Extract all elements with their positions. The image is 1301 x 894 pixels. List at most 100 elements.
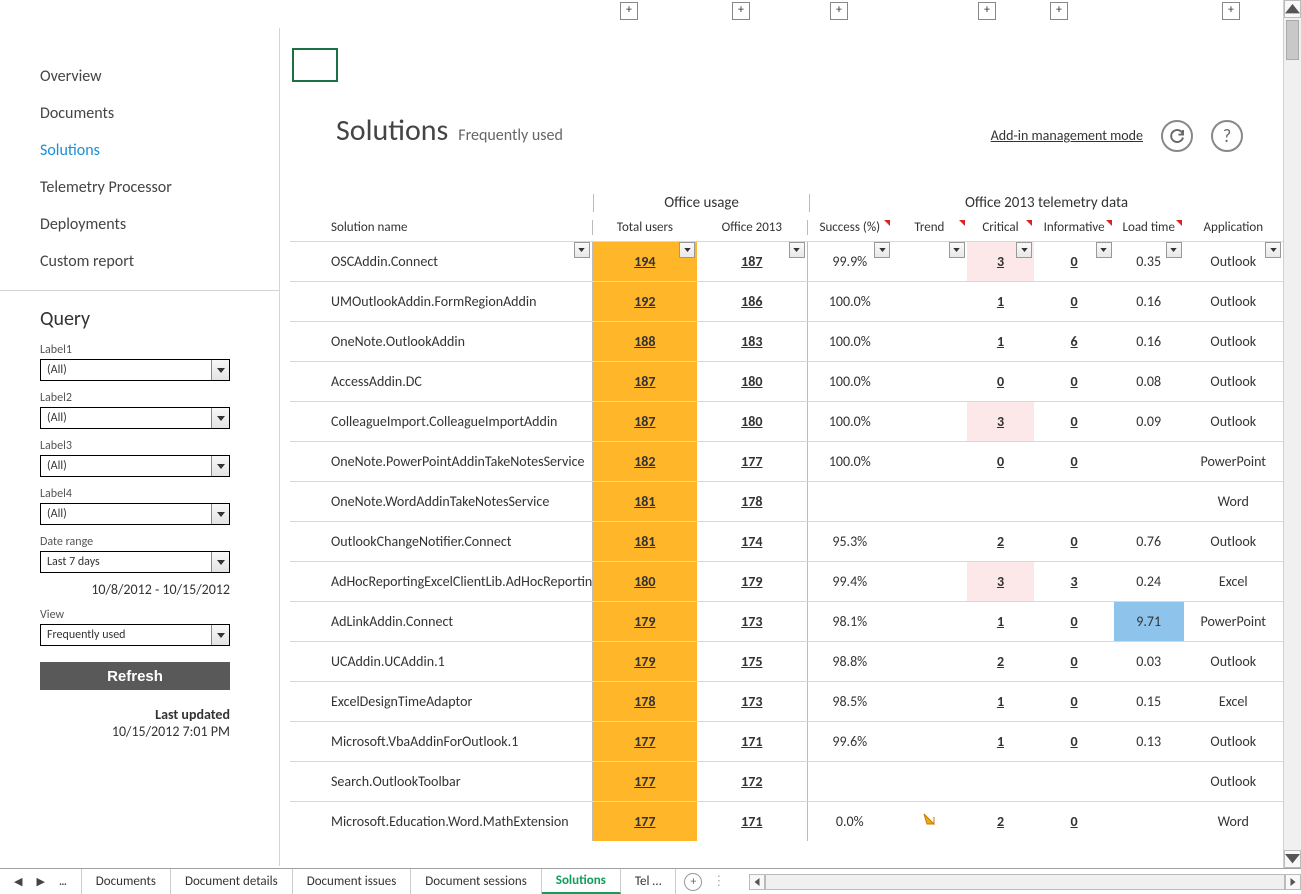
cell-total-users[interactable]: 179 (593, 602, 697, 641)
sheet-tab-tel-[interactable]: Tel … (621, 869, 677, 894)
cell-informative[interactable]: 0 (1034, 293, 1114, 310)
sheet-tab-document-sessions[interactable]: Document sessions (411, 869, 542, 894)
active-cell-indicator[interactable] (292, 48, 338, 82)
cell-office2013[interactable]: 171 (697, 813, 806, 830)
column-group-expand-button[interactable]: + (978, 2, 996, 20)
column-group-expand-button[interactable]: + (732, 2, 750, 20)
scroll-down-arrow[interactable] (1284, 850, 1301, 868)
cell-office2013[interactable]: 183 (697, 333, 806, 350)
cell-office2013[interactable]: 180 (697, 413, 806, 430)
scroll-thumb[interactable] (1286, 20, 1299, 60)
scroll-up-arrow[interactable] (1284, 0, 1301, 18)
cell-critical[interactable]: 1 (967, 293, 1035, 310)
nav-item-solutions[interactable]: Solutions (40, 132, 279, 169)
cell-total-users[interactable]: 179 (593, 642, 697, 681)
sheet-tab-document-issues[interactable]: Document issues (293, 869, 412, 894)
cell-total-users[interactable]: 177 (593, 762, 697, 801)
cell-critical[interactable]: 1 (967, 693, 1035, 710)
cell-total-users[interactable]: 188 (593, 322, 697, 361)
cell-critical[interactable]: 2 (967, 533, 1035, 550)
cell-office2013[interactable]: 178 (697, 493, 806, 510)
date-range-combo[interactable]: Last 7 days (40, 551, 230, 573)
cell-total-users[interactable]: 182 (593, 442, 697, 481)
filter-combo-label2[interactable]: (All) (40, 407, 230, 429)
cell-informative[interactable]: 0 (1034, 813, 1114, 830)
cell-office2013[interactable]: 173 (697, 613, 806, 630)
cell-office2013[interactable]: 180 (697, 373, 806, 390)
cell-informative[interactable]: 0 (1034, 453, 1114, 470)
refresh-icon[interactable] (1161, 120, 1193, 152)
column-filter-button[interactable] (874, 242, 890, 258)
vertical-scrollbar[interactable] (1283, 0, 1301, 868)
cell-critical[interactable]: 1 (967, 733, 1035, 750)
refresh-button[interactable]: Refresh (40, 662, 230, 690)
column-header-critical[interactable]: Critical (967, 220, 1035, 235)
column-header-trend[interactable]: Trend (892, 220, 967, 235)
cell-office2013[interactable]: 175 (697, 653, 806, 670)
view-combo[interactable]: Frequently used (40, 624, 230, 646)
cell-office2013[interactable]: 174 (697, 533, 806, 550)
add-sheet-button[interactable]: + (684, 873, 702, 891)
nav-item-telemetry-processor[interactable]: Telemetry Processor (40, 169, 279, 206)
column-header-off2013[interactable]: Office 2013 (697, 220, 806, 235)
column-header-success[interactable]: Success (%) (808, 220, 893, 235)
sheet-nav-prev-icon[interactable]: ◀ (14, 875, 22, 888)
cell-informative[interactable]: 0 (1034, 653, 1114, 670)
column-filter-button[interactable] (789, 242, 805, 258)
cell-total-users[interactable]: 187 (593, 362, 697, 401)
cell-informative[interactable]: 0 (1034, 533, 1114, 550)
cell-office2013[interactable]: 186 (697, 293, 806, 310)
nav-item-overview[interactable]: Overview (40, 58, 279, 95)
sheet-nav-more-icon[interactable]: … (59, 875, 67, 888)
addin-management-mode-link[interactable]: Add-in management mode (991, 127, 1143, 144)
cell-office2013[interactable]: 173 (697, 693, 806, 710)
column-header-load[interactable]: Load time (1114, 220, 1184, 235)
sheet-tab-document-details[interactable]: Document details (171, 869, 293, 894)
column-group-expand-button[interactable]: + (1222, 2, 1240, 20)
cell-critical[interactable]: 1 (967, 613, 1035, 630)
cell-office2013[interactable]: 172 (697, 773, 806, 790)
cell-office2013[interactable]: 177 (697, 453, 806, 470)
column-filter-button[interactable] (1265, 242, 1281, 258)
filter-combo-label4[interactable]: (All) (40, 503, 230, 525)
column-filter-button[interactable] (679, 242, 695, 258)
column-header-informative[interactable]: Informative (1034, 220, 1114, 235)
cell-total-users[interactable]: 177 (593, 802, 697, 841)
cell-informative[interactable]: 0 (1034, 733, 1114, 750)
column-group-expand-button[interactable]: + (620, 2, 638, 20)
cell-critical[interactable]: 2 (967, 653, 1035, 670)
horizontal-scrollbar[interactable] (749, 874, 1301, 890)
cell-critical[interactable]: 0 (967, 373, 1035, 390)
column-header-totusers[interactable]: Total users (593, 220, 697, 235)
cell-total-users[interactable]: 192 (593, 282, 697, 321)
cell-total-users[interactable]: 187 (593, 402, 697, 441)
help-icon[interactable]: ? (1211, 120, 1243, 152)
column-filter-button[interactable] (1016, 242, 1032, 258)
column-filter-button[interactable] (1096, 242, 1112, 258)
sheet-tab-documents[interactable]: Documents (81, 869, 171, 894)
sheet-nav-next-icon[interactable]: ▶ (36, 875, 44, 888)
column-filter-button[interactable] (574, 242, 590, 258)
cell-total-users[interactable]: 181 (593, 522, 697, 561)
cell-total-users[interactable]: 177 (593, 722, 697, 761)
column-group-expand-button[interactable]: + (1050, 2, 1068, 20)
nav-item-documents[interactable]: Documents (40, 95, 279, 132)
cell-critical[interactable]: 1 (967, 333, 1035, 350)
scroll-right-arrow[interactable] (1285, 874, 1301, 890)
column-group-expand-button[interactable]: + (830, 2, 848, 20)
cell-critical[interactable]: 2 (967, 813, 1035, 830)
cell-critical[interactable]: 0 (967, 453, 1035, 470)
cell-office2013[interactable]: 171 (697, 733, 806, 750)
cell-informative[interactable]: 6 (1034, 333, 1114, 350)
sheet-tab-solutions[interactable]: Solutions (542, 869, 621, 894)
cell-informative[interactable]: 0 (1034, 693, 1114, 710)
cell-office2013[interactable]: 179 (697, 573, 806, 590)
nav-item-custom-report[interactable]: Custom report (40, 243, 279, 280)
cell-informative[interactable]: 0 (1034, 413, 1114, 430)
column-filter-button[interactable] (949, 242, 965, 258)
cell-total-users[interactable]: 180 (593, 562, 697, 601)
column-filter-button[interactable] (1166, 242, 1182, 258)
cell-total-users[interactable]: 178 (593, 682, 697, 721)
cell-total-users[interactable]: 181 (593, 482, 697, 521)
cell-critical[interactable]: 3 (967, 402, 1035, 441)
